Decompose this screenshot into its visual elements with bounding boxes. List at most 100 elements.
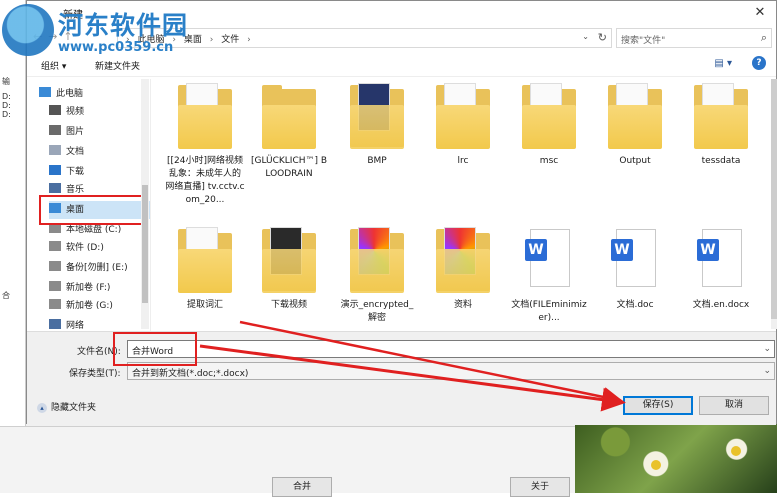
file-name: lrc	[457, 156, 469, 166]
savetype-value: 合并到新文档(*.doc;*.docx)	[132, 369, 249, 379]
file-item[interactable]: 演示_encrypted_解密	[337, 227, 417, 325]
filename-field[interactable]: 合并Word ⌄	[127, 340, 775, 358]
file-grid: [[24小时]网络视频乱象：未成年人的网络直播] tv.cctv.com_20.…	[165, 83, 765, 333]
file-item[interactable]: BMP	[337, 83, 417, 168]
sidebar-item-downloads[interactable]: 下载	[49, 163, 150, 181]
folder-icon	[178, 83, 232, 149]
savetype-select[interactable]: 合并到新文档(*.doc;*.docx) ⌄	[127, 362, 775, 380]
help-icon[interactable]: ?	[752, 56, 766, 70]
file-item[interactable]: Output	[595, 83, 675, 168]
folder-icon	[522, 83, 576, 149]
cancel-button[interactable]: 取消	[699, 396, 769, 415]
search-input[interactable]: 搜索"文件" ⌕	[616, 28, 772, 48]
view-options-icon[interactable]: ▤ ▾	[714, 58, 732, 69]
sidebar-item-network[interactable]: 网络	[49, 317, 150, 332]
parent-path: D:	[2, 110, 11, 119]
flower-image	[651, 460, 661, 470]
folder-icon	[694, 83, 748, 149]
chevron-down-icon[interactable]: ⌄	[763, 344, 771, 354]
drive-icon	[49, 261, 61, 271]
file-name: msc	[539, 156, 559, 166]
sidebar-item-videos[interactable]: 视频	[49, 103, 150, 121]
highlight-box-desktop	[39, 195, 143, 225]
file-grid-scrollbar[interactable]	[771, 79, 777, 329]
chevron-down-icon[interactable]: ⌄	[582, 32, 589, 41]
search-icon[interactable]: ⌕	[761, 31, 767, 45]
refresh-icon[interactable]: ↻	[598, 31, 607, 44]
file-name: BMP	[367, 156, 387, 166]
document-icon	[49, 145, 61, 155]
parent-path: D:	[2, 101, 11, 110]
close-icon[interactable]: ✕	[750, 4, 770, 22]
file-name: [[24小时]网络视频乱象：未成年人的网络直播] tv.cctv.com_20.…	[165, 156, 245, 205]
watermark-logo	[2, 4, 54, 56]
folder-icon	[262, 83, 316, 149]
file-item[interactable]: msc	[509, 83, 589, 168]
word-doc-icon: W	[522, 227, 576, 293]
file-name: 文档.en.docx	[692, 300, 750, 310]
scrollbar-thumb[interactable]	[142, 185, 148, 303]
file-item[interactable]: W 文档.doc	[595, 227, 675, 312]
watermark-url: www.pc0359.cn	[58, 40, 174, 55]
about-button[interactable]: 关于	[510, 477, 570, 497]
folder-icon	[608, 83, 662, 149]
drive-icon	[49, 241, 61, 251]
hide-folders-toggle[interactable]: ▴ 隐藏文件夹	[37, 400, 96, 413]
sidebar-item-this-pc[interactable]: 此电脑	[39, 85, 147, 103]
search-placeholder: 搜索"文件"	[621, 36, 666, 46]
sidebar-scrollbar[interactable]	[141, 79, 149, 329]
watermark: 河东软件园 www.pc0359.cn	[0, 0, 260, 70]
file-item[interactable]: [[24小时]网络视频乱象：未成年人的网络直播] tv.cctv.com_20.…	[165, 83, 245, 207]
sidebar-item-drive-e[interactable]: 备份[勿删] (E:)	[49, 259, 150, 277]
flower-image	[731, 446, 741, 456]
save-button[interactable]: 保存(S)	[623, 396, 693, 415]
chevron-down-icon[interactable]: ⌄	[763, 366, 771, 376]
folder-icon	[350, 83, 404, 149]
parent-left-panel: 输 D: D: D: 合	[0, 0, 26, 493]
sidebar-item-drive-d[interactable]: 软件 (D:)	[49, 239, 150, 257]
drive-icon	[49, 299, 61, 309]
picture-icon	[49, 125, 61, 135]
file-name: [GLÜCKLICH™] BLOODRAIN	[250, 156, 328, 179]
file-name: Output	[619, 156, 651, 166]
file-name: 提取词汇	[186, 300, 223, 310]
sidebar-item-pictures[interactable]: 图片	[49, 123, 150, 141]
sidebar-item-documents[interactable]: 文档	[49, 143, 150, 161]
file-name: 资料	[453, 300, 472, 310]
word-doc-icon: W	[608, 227, 662, 293]
save-form: 文件名(N): 合并Word ⌄ 保存类型(T): 合并到新文档(*.doc;*…	[27, 331, 776, 425]
file-item[interactable]: tessdata	[681, 83, 761, 168]
music-icon	[49, 183, 61, 193]
folder-icon	[350, 227, 404, 293]
file-name: 演示_encrypted_解密	[340, 300, 414, 323]
network-icon	[49, 319, 61, 329]
scrollbar-thumb[interactable]	[771, 79, 777, 319]
merge-button[interactable]: 合并	[272, 477, 332, 497]
sidebar-item-drive-f[interactable]: 新加卷 (F:)	[49, 279, 150, 297]
highlight-box-filename	[113, 332, 197, 366]
download-icon	[49, 165, 61, 175]
file-name: tessdata	[701, 156, 741, 166]
file-name: 下载视频	[270, 300, 307, 310]
parent-label: 合	[2, 291, 10, 300]
file-item[interactable]: 下载视频	[249, 227, 329, 312]
desktop-wallpaper	[575, 420, 777, 493]
parent-bottom-bar: 合并 关于	[0, 426, 575, 497]
parent-path: D:	[2, 92, 11, 101]
word-doc-icon: W	[694, 227, 748, 293]
savetype-label: 保存类型(T):	[69, 369, 121, 379]
folder-icon	[262, 227, 316, 293]
sidebar-item-drive-g[interactable]: 新加卷 (G:)	[49, 297, 150, 315]
file-item[interactable]: 资料	[423, 227, 503, 312]
file-item[interactable]: W 文档(FILEminimizer)...	[509, 227, 589, 325]
file-item[interactable]: W 文档.en.docx	[681, 227, 761, 312]
drive-icon	[49, 281, 61, 291]
video-icon	[49, 105, 61, 115]
file-name: 文档(FILEminimizer)...	[511, 300, 587, 323]
watermark-name: 河东软件园	[58, 11, 189, 40]
file-item[interactable]: 提取词汇	[165, 227, 245, 312]
chevron-up-icon: ▴	[37, 403, 47, 413]
file-item[interactable]: lrc	[423, 83, 503, 168]
folder-icon	[436, 83, 490, 149]
file-item[interactable]: [GLÜCKLICH™] BLOODRAIN	[249, 83, 329, 181]
